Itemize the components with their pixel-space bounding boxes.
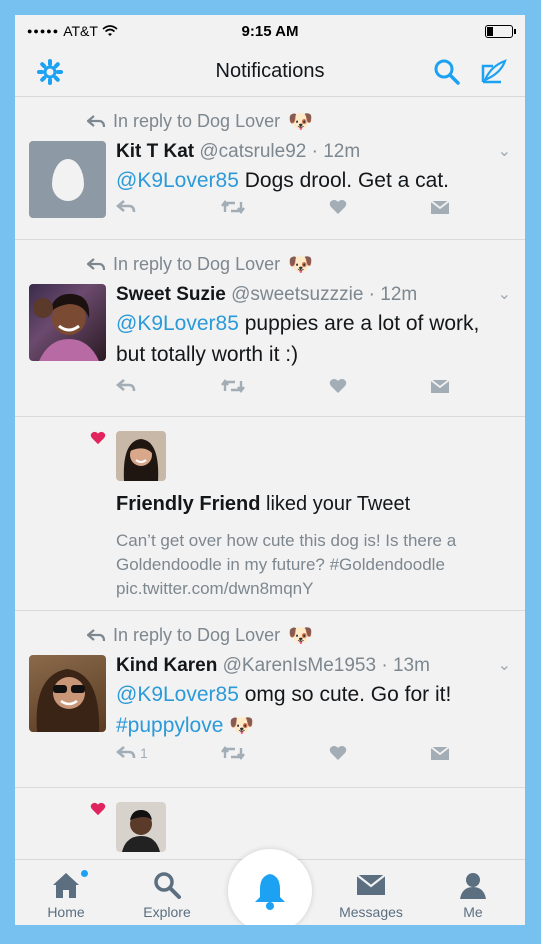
- compose-icon[interactable]: [479, 58, 507, 86]
- signal-icon: ●●●●●: [27, 26, 60, 36]
- dog-face-icon: 🐶: [288, 111, 313, 133]
- list-item[interactable]: Friendly Friend liked your Tweet Can’t g…: [15, 417, 525, 611]
- person-icon: [428, 870, 518, 902]
- status-bar: ●●●●● AT&T 9:15 AM: [15, 15, 525, 47]
- tweet-time: · 12m: [368, 284, 418, 305]
- mention-link[interactable]: @K9Lover85: [116, 312, 239, 335]
- tab-messages[interactable]: Messages: [326, 870, 416, 920]
- home-icon: [21, 870, 111, 902]
- gear-icon[interactable]: [37, 58, 63, 85]
- bell-icon: [251, 871, 289, 911]
- retweet-icon[interactable]: [220, 378, 246, 394]
- direct-message-icon[interactable]: [430, 745, 450, 761]
- wifi-icon: [102, 25, 118, 37]
- heart-icon[interactable]: [329, 199, 347, 215]
- reply-context: In reply to Dog Lover: [113, 625, 281, 645]
- dog-face-icon: 🐶: [288, 625, 313, 647]
- search-icon: [122, 870, 212, 902]
- tweet-time: · 12m: [311, 141, 361, 162]
- hashtag-link[interactable]: #puppylove: [116, 714, 223, 737]
- envelope-icon: [326, 870, 416, 902]
- author-name[interactable]: Kind Karen: [116, 655, 217, 676]
- tweet-text: @K9Lover85 puppies are a lot of work, bu…: [116, 312, 480, 366]
- tab-notifications[interactable]: [228, 849, 312, 925]
- avatar[interactable]: [116, 431, 166, 481]
- avatar[interactable]: [29, 284, 106, 361]
- battery-icon: [485, 24, 516, 38]
- list-item[interactable]: In reply to Dog Lover 🐶 Kind Karen @Kare…: [15, 611, 525, 788]
- list-item[interactable]: In reply to Dog Lover 🐶 Sweet Suzie @swe…: [15, 240, 525, 417]
- mention-link[interactable]: @K9Lover85: [116, 683, 239, 706]
- reply-icon[interactable]: [116, 378, 136, 394]
- author-handle: @sweetsuzzzie: [231, 284, 364, 305]
- notification-dot: [81, 870, 88, 877]
- chevron-down-icon[interactable]: ⌄: [498, 141, 511, 161]
- heart-icon: [90, 431, 106, 450]
- retweet-icon[interactable]: [220, 745, 246, 761]
- chevron-down-icon[interactable]: ⌄: [498, 284, 511, 304]
- reply-arrow-icon: [87, 628, 105, 643]
- author-name[interactable]: Sweet Suzie: [116, 284, 226, 305]
- heart-icon[interactable]: [329, 378, 347, 394]
- author-handle: @catsrule92: [199, 141, 307, 162]
- tab-me[interactable]: Me: [428, 870, 518, 920]
- retweet-icon[interactable]: [220, 199, 246, 215]
- tab-explore[interactable]: Explore: [122, 870, 212, 920]
- avatar[interactable]: [29, 655, 106, 732]
- reply-arrow-icon: [87, 114, 105, 129]
- direct-message-icon[interactable]: [430, 378, 450, 394]
- direct-message-icon[interactable]: [430, 199, 450, 215]
- dog-face-icon: 🐶: [288, 254, 313, 276]
- tab-home[interactable]: Home: [21, 870, 111, 920]
- chevron-down-icon[interactable]: ⌄: [498, 655, 511, 675]
- reply-context: In reply to Dog Lover: [113, 254, 281, 274]
- carrier-label: AT&T: [63, 23, 98, 39]
- phone-screen: ●●●●● AT&T 9:15 AM Notifications In repl…: [15, 15, 525, 925]
- navigation-bar: Notifications: [15, 47, 525, 97]
- avatar[interactable]: [116, 802, 166, 852]
- heart-icon: [90, 802, 106, 821]
- mention-link[interactable]: @K9Lover85: [116, 169, 239, 192]
- author-name[interactable]: Kit T Kat: [116, 141, 194, 162]
- notifications-feed: In reply to Dog Lover 🐶 Kit T Kat @catsr…: [15, 97, 525, 878]
- dog-face-icon: 🐶: [229, 715, 255, 737]
- reply-count: 1: [140, 745, 148, 761]
- tweet-time: · 13m: [381, 655, 430, 676]
- liked-tweet-text[interactable]: Can’t get over how cute this dog is! Is …: [116, 529, 516, 601]
- like-action-text: liked your Tweet: [266, 493, 411, 515]
- liker-name[interactable]: Friendly Friend: [116, 493, 260, 515]
- reply-icon[interactable]: 1: [116, 745, 148, 761]
- search-icon[interactable]: [433, 58, 461, 86]
- tweet-text: @K9Lover85 omg so cute. Go for it! #pupp…: [116, 683, 452, 737]
- reply-icon[interactable]: [116, 199, 136, 215]
- list-item[interactable]: In reply to Dog Lover 🐶 Kit T Kat @catsr…: [15, 97, 525, 240]
- reply-arrow-icon: [87, 257, 105, 272]
- author-handle: @KarenIsMe1953: [222, 655, 377, 676]
- egg-avatar[interactable]: [29, 141, 106, 218]
- tweet-text: @K9Lover85 Dogs drool. Get a cat.: [116, 169, 450, 192]
- heart-icon[interactable]: [329, 745, 347, 761]
- reply-context: In reply to Dog Lover: [113, 111, 281, 131]
